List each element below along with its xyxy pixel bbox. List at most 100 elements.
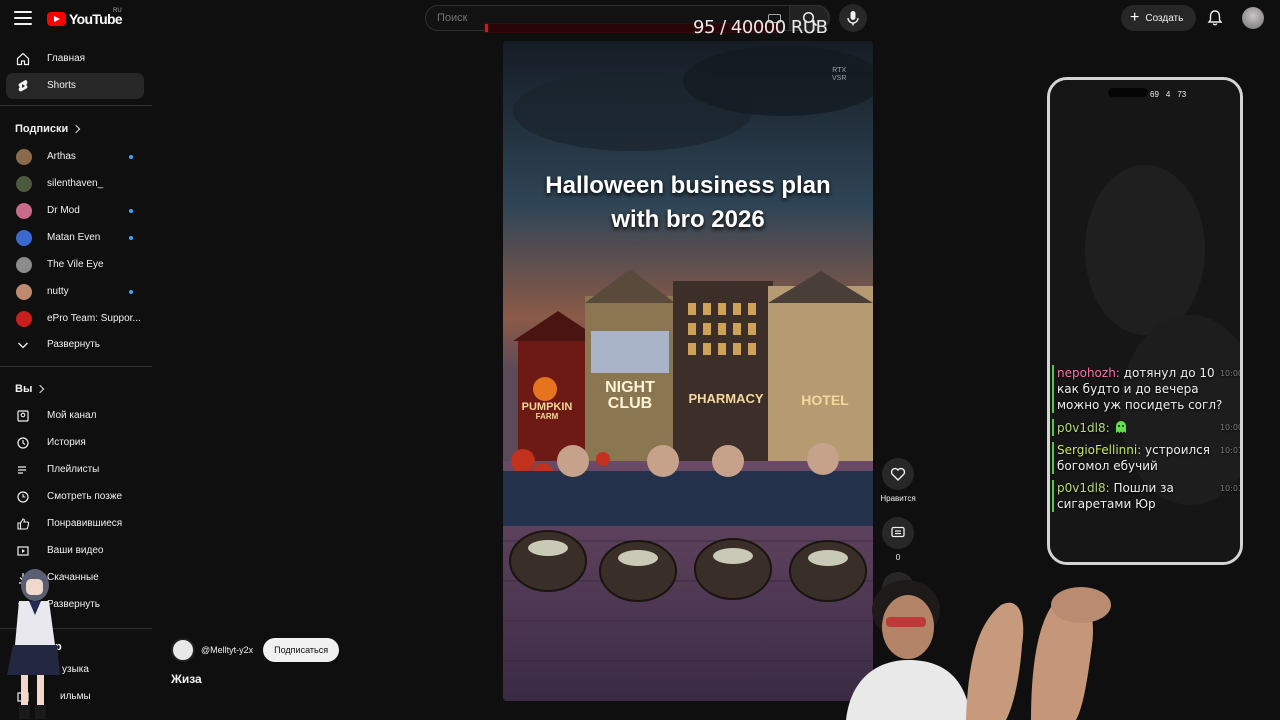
channel-avatar[interactable]	[171, 638, 195, 662]
video-title-overlay: Halloween business plan with bro 2026	[503, 169, 873, 237]
sidebar-item-label: Мой канал	[47, 410, 97, 421]
rtx-label: RTX	[832, 67, 847, 74]
new-content-dot	[129, 290, 133, 294]
sidebar-item-label: ePro Team: Suppor...	[47, 313, 141, 324]
chat-time: 10:00	[1219, 369, 1243, 378]
rtx-vsr-overlay: RTX VSR	[832, 67, 846, 83]
channel-avatar	[16, 257, 32, 273]
sidebar-item-subscription[interactable]: Dr Mod	[6, 198, 144, 224]
shorts-caption: Жиза	[171, 672, 202, 686]
heart-icon	[890, 467, 906, 481]
shorts-video-player[interactable]: RTX VSR Halloween business plan with bro…	[503, 41, 873, 701]
sidebar-item-subscription[interactable]: silenthaven_	[6, 171, 144, 197]
video-title-line2: with bro 2026	[611, 206, 765, 233]
menu-icon[interactable]	[12, 8, 34, 28]
sidebar-item-subscription[interactable]: The Vile Eye	[6, 252, 144, 278]
like-button[interactable]	[882, 458, 914, 490]
chevron-right-icon	[72, 124, 81, 134]
sidebar-item-history[interactable]: История	[6, 430, 144, 456]
voice-search-button[interactable]	[839, 4, 867, 32]
chat-message: SergioFellinni: устроился богомол ебучий…	[1052, 442, 1240, 474]
shorts-icon	[18, 80, 28, 92]
chat-time: 10:01	[1219, 446, 1243, 455]
sidebar-item-subscription[interactable]: Matan Even	[6, 225, 144, 251]
sidebar-item-home[interactable]: Главная	[6, 46, 144, 72]
sidebar-item-channel[interactable]: Мой канал	[6, 403, 144, 429]
sidebar-item-like[interactable]: Понравившиеся	[6, 511, 144, 537]
chat-username: p0v1dl8:	[1057, 421, 1110, 435]
chat-messages: nepohozh: дотянул до 10 как будто и до в…	[1052, 365, 1240, 518]
new-content-dot	[129, 236, 133, 240]
chat-time: 10:00	[1219, 423, 1243, 432]
sidebar-item-label: узыка	[62, 664, 89, 675]
microphone-icon	[847, 11, 859, 26]
avatar[interactable]	[1242, 7, 1264, 29]
channel-avatar	[16, 203, 32, 219]
plus-icon: +	[1130, 9, 1140, 26]
sidebar-item-watch-later[interactable]: Смотреть позже	[6, 484, 144, 510]
new-content-dot	[129, 155, 133, 159]
sidebar-item-label: nutty	[47, 286, 69, 297]
chat-username: SergioFellinni:	[1057, 443, 1142, 457]
phone-chat-overlay: 69 4 73 nepohozh: дотянул до 10 как будт…	[1047, 77, 1243, 565]
youtube-play-icon	[47, 12, 66, 26]
create-button[interactable]: + Создать	[1121, 5, 1196, 31]
sidebar-item-label: ильмы	[60, 691, 91, 702]
sidebar-item-label: Плейлисты	[47, 464, 100, 475]
sidebar-item-label: Ваши видео	[47, 545, 104, 556]
sign-text: FARM	[535, 412, 559, 421]
you-header[interactable]: Вы	[15, 383, 45, 395]
status-value: 73	[1177, 90, 1187, 99]
night-club-sign: NIGHT CLUB	[595, 380, 665, 412]
pharmacy-sign: PHARMACY	[688, 391, 764, 406]
chat-message: p0v1dl8: 10:00	[1052, 419, 1240, 436]
sidebar-item-subscription[interactable]: nutty	[6, 279, 144, 305]
home-icon	[16, 52, 30, 66]
chat-username: p0v1dl8:	[1057, 481, 1110, 495]
sidebar-expand-subscriptions[interactable]: Развернуть	[6, 332, 144, 358]
vsr-label: VSR	[832, 75, 847, 82]
sidebar-item-label: The Vile Eye	[47, 259, 104, 270]
sign-text: PUMPKIN	[521, 401, 573, 413]
sidebar-item-label: Dr Mod	[47, 205, 80, 216]
sidebar-item-label: Arthas	[47, 151, 76, 162]
divider	[0, 105, 152, 106]
subscribe-button[interactable]: Подписаться	[263, 638, 340, 662]
chat-message: nepohozh: дотянул до 10 как будто и до в…	[1052, 365, 1240, 413]
your-videos-icon	[17, 546, 29, 556]
subscriptions-header[interactable]: Подписки	[15, 123, 81, 135]
region-code: RU	[113, 8, 122, 14]
phone-status-row: 69 4 73	[1150, 90, 1186, 99]
streamer-webcam	[846, 580, 1111, 720]
chat-username: nepohozh:	[1057, 366, 1120, 380]
sidebar-item-subscription[interactable]: ePro Team: Suppor...	[6, 306, 144, 332]
chat-message: p0v1dl8: Пошли за сигаретами Юр 10:01	[1052, 480, 1240, 512]
status-value: 69	[1150, 90, 1159, 99]
like-label: Нравится	[880, 494, 916, 503]
watch-later-icon	[17, 491, 29, 503]
sidebar-item-label: Понравившиеся	[47, 518, 123, 529]
youtube-logo[interactable]: YouTube RU	[47, 8, 123, 27]
comments-button[interactable]	[882, 517, 914, 549]
sign-text: CLUB	[607, 395, 653, 412]
sidebar-item-playlists[interactable]: Плейлисты	[6, 457, 144, 483]
chevron-down-icon	[18, 342, 28, 349]
divider	[0, 366, 152, 367]
sidebar-item-label: Matan Even	[47, 232, 101, 243]
sidebar-item-label: silenthaven_	[47, 178, 104, 189]
subscriptions-title: Подписки	[15, 123, 69, 135]
sidebar-item-subscription[interactable]: Arthas	[6, 144, 144, 170]
channel-handle[interactable]: @Melltyt-y2x	[201, 645, 253, 655]
donation-goal-fill	[485, 24, 488, 32]
like-icon	[17, 518, 30, 530]
pumpkin-farm-sign: PUMPKIN FARM	[517, 402, 577, 422]
create-label: Создать	[1145, 12, 1184, 24]
new-content-dot	[129, 209, 133, 213]
sidebar-item-your-videos[interactable]: Ваши видео	[6, 538, 144, 564]
playlists-icon	[18, 466, 26, 474]
sidebar-item-shorts[interactable]: Shorts	[6, 73, 144, 99]
sidebar-item-label: Главная	[47, 53, 86, 64]
channel-row: @Melltyt-y2x Подписаться	[171, 638, 340, 662]
ghost-emote-icon	[1116, 421, 1127, 433]
bell-icon[interactable]	[1206, 9, 1224, 27]
